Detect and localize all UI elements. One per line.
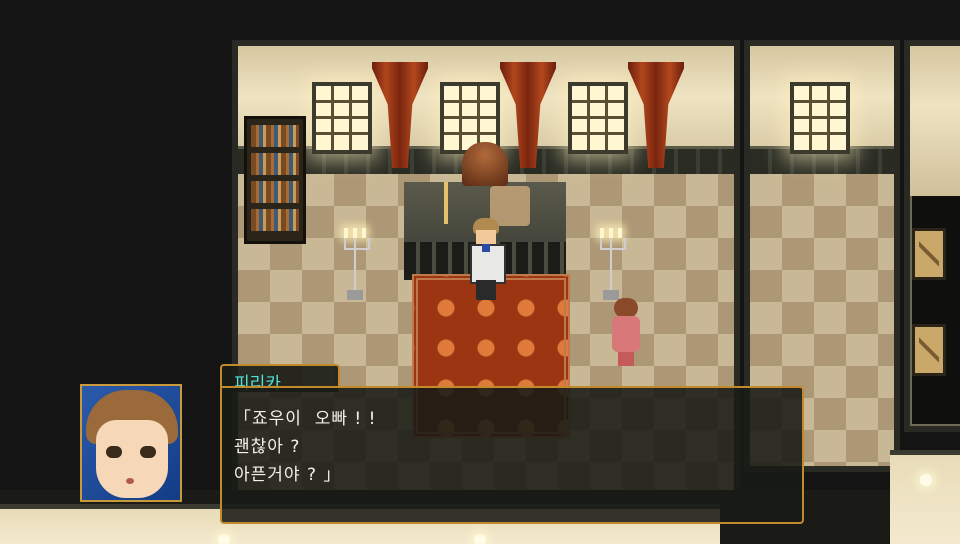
- right-room: [904, 40, 960, 432]
- right-room-wall: [910, 46, 960, 196]
- game-scene: 피리카 「죠우이 오빠 ! ! 괜찮아 ? 아픈거야 ? 」: [0, 0, 960, 544]
- dialogue-line: 괜찮아 ?: [234, 437, 301, 457]
- candelabra: [344, 228, 370, 302]
- throne-chair: [462, 142, 508, 186]
- speaker-portrait: [80, 384, 182, 502]
- window: [568, 82, 628, 154]
- portrait-eye: [140, 446, 156, 458]
- dialogue-line: 「죠우이 오빠 ! !: [234, 409, 377, 429]
- window: [790, 82, 850, 154]
- corridor-wall: [890, 450, 960, 544]
- bookshelf: [244, 116, 306, 244]
- wooden-crate: [912, 228, 946, 280]
- window: [312, 82, 372, 154]
- wall-lamp: [920, 474, 932, 486]
- dialogue-line: 아픈거야 ? 」: [234, 465, 342, 485]
- player-character[interactable]: [468, 218, 506, 302]
- npc-girl[interactable]: [610, 298, 642, 368]
- wall-lamp: [474, 534, 486, 544]
- wall-lamp: [218, 534, 230, 544]
- portrait-eye: [106, 446, 122, 458]
- altar-candle: [444, 182, 448, 224]
- candelabra: [600, 228, 626, 302]
- wooden-crate: [912, 324, 946, 376]
- dialogue-box[interactable]: 「죠우이 오빠 ! ! 괜찮아 ? 아픈거야 ? 」: [220, 386, 804, 524]
